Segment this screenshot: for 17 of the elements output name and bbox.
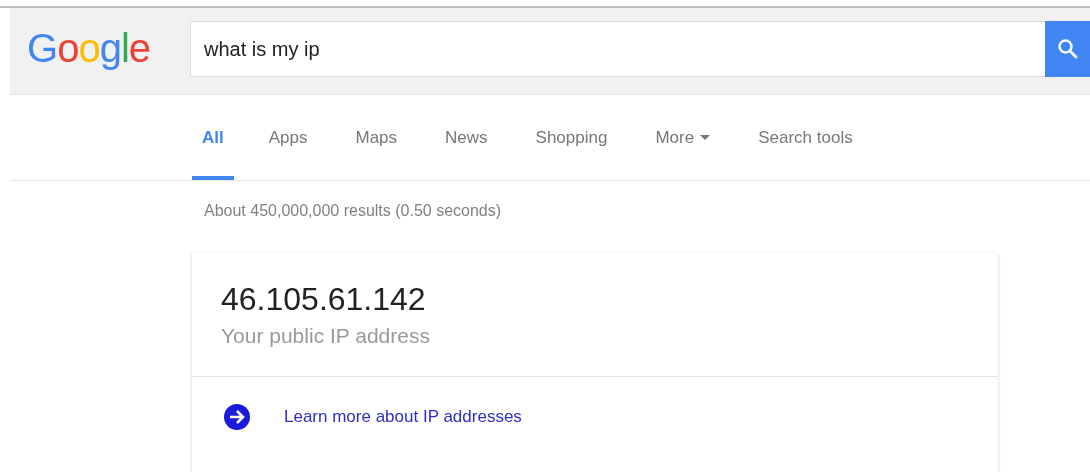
caret-icon <box>700 135 711 140</box>
learn-more-link[interactable]: Learn more about IP addresses <box>284 407 522 427</box>
google-logo[interactable]: Google <box>10 25 172 71</box>
nav-tab[interactable]: Shopping <box>535 95 608 180</box>
nav-tab[interactable]: Apps <box>268 95 308 180</box>
arrow-circle-icon <box>223 403 251 431</box>
search-button[interactable] <box>1045 21 1090 77</box>
ip-address: 46.105.61.142 <box>221 281 427 318</box>
result-stats: About 450,000,000 results (0.50 seconds) <box>204 202 503 220</box>
search-icon <box>1055 37 1080 61</box>
search-field[interactable]: what is my ip <box>190 21 1045 77</box>
ip-caption: Your public IP address <box>221 324 431 348</box>
nav-tab[interactable]: News <box>445 95 488 180</box>
nav-tab[interactable]: Maps <box>355 95 398 180</box>
nav-tab[interactable]: More <box>655 95 711 180</box>
nav-tab[interactable]: Search tools <box>758 95 853 180</box>
nav-tab[interactable]: All <box>192 95 234 180</box>
